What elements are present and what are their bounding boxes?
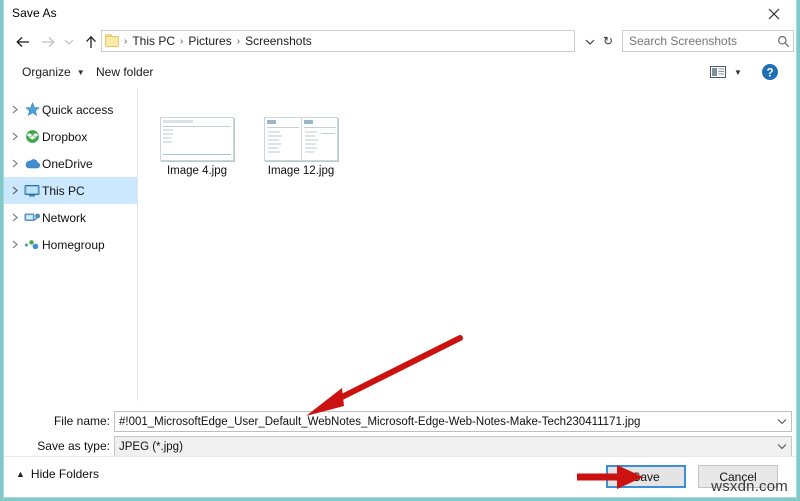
close-button[interactable] — [752, 0, 796, 28]
svg-text:?: ? — [766, 67, 773, 79]
file-thumbnail — [264, 117, 338, 161]
sidebar-item-label: OneDrive — [42, 156, 93, 171]
organize-button[interactable]: Organize ▼ — [18, 62, 89, 82]
sidebar-item-label: Quick access — [42, 102, 114, 117]
dropbox-icon — [22, 129, 42, 144]
refresh-button[interactable]: ↻ — [597, 30, 619, 52]
chevron-right-icon[interactable] — [8, 159, 22, 168]
chevron-right-icon[interactable] — [8, 213, 22, 222]
thumbnail-wrapper — [263, 116, 339, 162]
monitor-icon — [22, 184, 42, 198]
sidebar-item-quick-access[interactable]: Quick access — [4, 96, 137, 123]
watermark: wsxdn.com — [711, 478, 788, 495]
view-options-dropdown[interactable]: ▼ — [730, 62, 746, 82]
sidebar-item-dropbox[interactable]: Dropbox — [4, 123, 137, 150]
window-title: Save As — [12, 6, 57, 20]
arrow-right-icon — [42, 37, 55, 47]
thumbnail-wrapper — [159, 116, 235, 162]
sidebar-item-label: Homegroup — [42, 237, 105, 252]
sidebar-item-this-pc[interactable]: This PC — [4, 177, 137, 204]
command-bar: Organize ▼ New folder ▼ ? — [4, 56, 796, 89]
chevron-down-icon — [585, 39, 595, 45]
organize-label: Organize — [22, 65, 71, 79]
help-button[interactable]: ? — [758, 60, 782, 84]
file-grid: Image 4.jpg Image 12.jpg — [152, 116, 346, 177]
sidebar-item-label: This PC — [42, 183, 85, 198]
recent-locations-button[interactable] — [61, 31, 77, 53]
file-item[interactable]: Image 12.jpg — [256, 116, 346, 177]
search-icon — [773, 35, 793, 48]
new-folder-label: New folder — [96, 65, 154, 79]
breadcrumb-this-pc[interactable]: This PC — [128, 34, 179, 48]
sidebar-item-label: Dropbox — [42, 129, 88, 144]
change-view-button[interactable] — [706, 62, 730, 82]
chevron-down-icon — [64, 39, 74, 45]
sidebar-item-onedrive[interactable]: OneDrive — [4, 150, 137, 177]
refresh-icon: ↻ — [602, 34, 614, 48]
dialog-footer: ▲ Hide Folders Save Cancel — [4, 456, 796, 497]
file-name-input[interactable]: #!001_MicrosoftEdge_User_Default_WebNote… — [114, 411, 792, 432]
hide-folders-label: Hide Folders — [30, 467, 99, 481]
folder-icon — [105, 34, 121, 48]
sidebar-item-homegroup[interactable]: Homegroup — [4, 231, 137, 258]
chevron-right-icon[interactable] — [8, 105, 22, 114]
address-bar[interactable]: › This PC › Pictures › Screenshots — [101, 30, 575, 52]
up-one-level-button[interactable] — [80, 31, 102, 53]
hide-folders-button[interactable]: ▲ Hide Folders — [16, 467, 99, 481]
chevron-right-icon[interactable] — [8, 132, 22, 141]
help-icon: ? — [762, 64, 778, 80]
file-list-pane[interactable]: Image 4.jpg Image 12.jpg — [138, 88, 796, 401]
file-name-label: Image 4.jpg — [166, 165, 228, 177]
file-name-value: #!001_MicrosoftEdge_User_Default_WebNote… — [119, 415, 641, 428]
save-as-type-row: Save as type: JPEG (*.jpg) — [4, 436, 796, 458]
chevron-down-icon: ▼ — [76, 67, 85, 77]
save-as-type-value: JPEG (*.jpg) — [119, 440, 183, 453]
chevron-down-icon[interactable] — [773, 412, 791, 431]
navigation-bar: › This PC › Pictures › Screenshots ↻ — [4, 28, 796, 56]
chevron-right-icon[interactable] — [8, 240, 22, 249]
chevron-up-icon: ▲ — [16, 469, 25, 479]
star-icon — [22, 102, 42, 117]
arrow-left-icon — [16, 37, 29, 47]
save-as-window: Save As › This PC › Pictures › Screensho… — [3, 0, 797, 498]
view-options-icon — [709, 66, 726, 78]
sidebar-item-label: Network — [42, 210, 87, 225]
chevron-down-icon[interactable] — [773, 437, 791, 456]
cloud-icon — [22, 157, 42, 170]
search-input[interactable] — [623, 31, 773, 51]
arrow-up-icon — [86, 35, 96, 48]
save-button[interactable]: Save — [606, 465, 686, 488]
file-item[interactable]: Image 4.jpg — [152, 116, 242, 177]
breadcrumb-pictures[interactable]: Pictures — [184, 34, 235, 48]
close-icon — [768, 8, 780, 20]
file-name-label-text: File name: — [53, 414, 110, 428]
sidebar-item-network[interactable]: Network — [4, 204, 137, 231]
forward-button[interactable] — [37, 31, 59, 53]
dialog-body: Quick access Dropbox OneDrive This PC Ne… — [4, 88, 796, 401]
chevron-right-icon[interactable] — [8, 186, 22, 195]
breadcrumb-screenshots[interactable]: Screenshots — [241, 34, 316, 48]
save-as-type-label-text: Save as type: — [37, 439, 110, 453]
chevron-down-icon: ▼ — [734, 67, 742, 77]
homegroup-icon — [22, 238, 42, 252]
file-name-label: Image 12.jpg — [267, 165, 335, 177]
file-name-row: File name: #!001_MicrosoftEdge_User_Defa… — [4, 411, 796, 433]
save-as-type-select[interactable]: JPEG (*.jpg) — [114, 436, 792, 457]
navigation-pane: Quick access Dropbox OneDrive This PC Ne… — [4, 88, 137, 401]
network-icon — [22, 211, 42, 225]
back-button[interactable] — [12, 31, 34, 53]
save-as-dialog-screenshot: Save As › This PC › Pictures › Screensho… — [0, 0, 800, 501]
new-folder-button[interactable]: New folder — [92, 62, 157, 82]
search-box[interactable] — [622, 30, 794, 52]
file-thumbnail — [160, 117, 234, 161]
title-bar: Save As — [4, 0, 796, 28]
